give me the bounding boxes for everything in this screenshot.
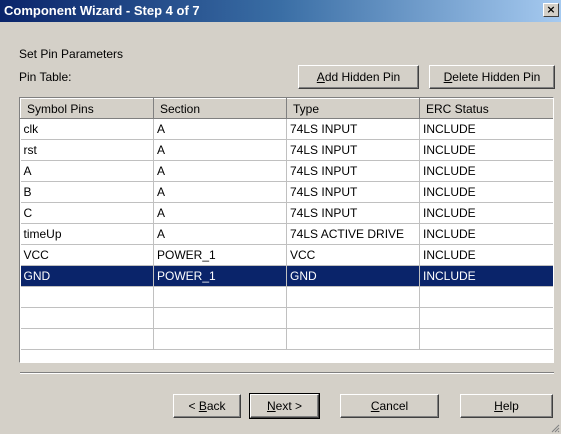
pin-table[interactable]: Symbol Pins Section Type ERC Status clk A 74L…	[19, 97, 554, 363]
back-button[interactable]: < Back	[173, 394, 241, 418]
section-title: Set Pin Parameters	[19, 47, 124, 61]
back-label: ack	[206, 399, 226, 413]
table-cell[interactable]	[153, 286, 287, 308]
table-cell[interactable]: 74LS INPUT	[286, 160, 420, 182]
table-row[interactable]: GND POWER_1 GND INCLUDE	[20, 265, 553, 287]
table-cell[interactable]: B	[20, 181, 154, 203]
table-cell[interactable]: INCLUDE	[419, 118, 553, 140]
table-cell[interactable]	[286, 328, 420, 350]
table-cell[interactable]: GND	[20, 265, 154, 287]
table-cell[interactable]	[419, 286, 553, 308]
table-row[interactable]: B A 74LS INPUT INCLUDE	[20, 181, 553, 203]
table-cell[interactable]	[153, 307, 287, 329]
table-cell[interactable]	[419, 307, 553, 329]
table-cell[interactable]: VCC	[20, 244, 154, 266]
table-cell[interactable]: timeUp	[20, 223, 154, 245]
table-cell[interactable]	[153, 328, 287, 350]
table-cell[interactable]	[20, 328, 154, 350]
table-row[interactable]: clk A 74LS INPUT INCLUDE	[20, 118, 553, 140]
table-cell[interactable]: INCLUDE	[419, 223, 553, 245]
table-cell[interactable]	[419, 328, 553, 350]
next-mnemonic: N	[266, 399, 276, 413]
table-cell[interactable]: INCLUDE	[419, 181, 553, 203]
table-cell[interactable]	[286, 286, 420, 308]
table-cell[interactable]: A	[153, 160, 287, 182]
table-cell[interactable]: A	[153, 181, 287, 203]
back-mnemonic: B	[198, 399, 207, 413]
pin-table-label: Pin Table:	[19, 70, 72, 84]
next-button[interactable]: Next >	[249, 393, 320, 419]
table-row[interactable]	[20, 307, 553, 329]
delete-hidden-pin-button[interactable]: Delete Hidden Pin	[429, 65, 555, 89]
table-cell[interactable]: INCLUDE	[419, 160, 553, 182]
delete-hidden-pin-mnemonic: D	[443, 70, 453, 84]
table-row[interactable]: timeUp A 74LS ACTIVE DRIVE INCLUDE	[20, 223, 553, 245]
table-cell[interactable]: rst	[20, 139, 154, 161]
table-body: clk A 74LS INPUT INCLUDE rst A 74LS INPUT INCLU…	[20, 118, 553, 350]
help-button[interactable]: Help	[460, 394, 553, 418]
separator	[20, 372, 554, 374]
table-cell[interactable]: A	[20, 160, 154, 182]
table-row[interactable]: VCC POWER_1 VCC INCLUDE	[20, 244, 553, 266]
table-cell[interactable]: A	[153, 118, 287, 140]
table-cell[interactable]: INCLUDE	[419, 139, 553, 161]
help-label: elp	[502, 399, 519, 413]
table-cell[interactable]: INCLUDE	[419, 202, 553, 224]
table-cell[interactable]: A	[153, 202, 287, 224]
table-cell[interactable]: POWER_1	[153, 265, 287, 287]
add-hidden-pin-label: dd Hidden Pin	[324, 70, 401, 84]
table-cell[interactable]: GND	[286, 265, 420, 287]
table-cell[interactable]	[20, 286, 154, 308]
table-cell[interactable]: INCLUDE	[419, 265, 553, 287]
table-cell[interactable]: 74LS INPUT	[286, 118, 420, 140]
add-hidden-pin-mnemonic: A	[316, 70, 325, 84]
table-cell[interactable]: C	[20, 202, 154, 224]
table-header: Symbol Pins Section Type ERC Status	[20, 98, 553, 119]
table-row[interactable]	[20, 328, 553, 350]
table-cell[interactable]: 74LS ACTIVE DRIVE	[286, 223, 420, 245]
table-cell[interactable]: POWER_1	[153, 244, 287, 266]
title-bar: Component Wizard - Step 4 of 7 ×	[0, 0, 561, 22]
back-prefix: <	[188, 399, 199, 413]
next-label: ext >	[275, 399, 303, 413]
table-cell[interactable]: 74LS INPUT	[286, 139, 420, 161]
column-header[interactable]: Section	[153, 98, 287, 119]
window-title: Component Wizard - Step 4 of 7	[4, 3, 200, 18]
cancel-label: ancel	[379, 399, 409, 413]
table-cell[interactable]: A	[153, 223, 287, 245]
table-row[interactable]	[20, 286, 553, 308]
add-hidden-pin-button[interactable]: Add Hidden Pin	[298, 65, 419, 89]
column-header[interactable]: Symbol Pins	[20, 98, 154, 119]
table-row[interactable]: C A 74LS INPUT INCLUDE	[20, 202, 553, 224]
cancel-button[interactable]: Cancel	[340, 394, 439, 418]
table-cell[interactable]	[20, 307, 154, 329]
column-header[interactable]: ERC Status	[419, 98, 553, 119]
table-row[interactable]: A A 74LS INPUT INCLUDE	[20, 160, 553, 182]
table-cell[interactable]: INCLUDE	[419, 244, 553, 266]
table-cell[interactable]: 74LS INPUT	[286, 202, 420, 224]
table-cell[interactable]: clk	[20, 118, 154, 140]
table-cell[interactable]: A	[153, 139, 287, 161]
resize-grip-icon[interactable]	[550, 423, 560, 433]
table-cell[interactable]: VCC	[286, 244, 420, 266]
delete-hidden-pin-label: elete Hidden Pin	[452, 70, 541, 84]
table-cell[interactable]: 74LS INPUT	[286, 181, 420, 203]
help-mnemonic: H	[494, 399, 503, 413]
table-row[interactable]: rst A 74LS INPUT INCLUDE	[20, 139, 553, 161]
table-cell[interactable]	[286, 307, 420, 329]
column-header[interactable]: Type	[286, 98, 420, 119]
close-button[interactable]: ×	[543, 3, 559, 17]
